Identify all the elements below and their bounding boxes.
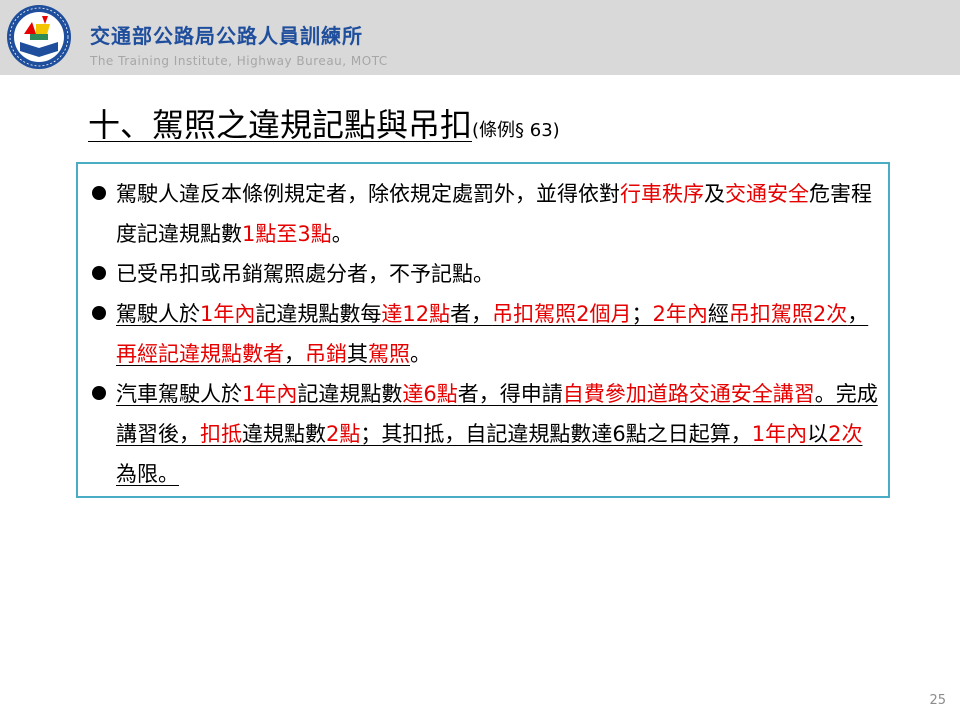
bullet-text: 記違規點數每 [255, 302, 382, 326]
highlighted-text: 吊銷 [305, 342, 347, 366]
bullet-text: 。 [331, 222, 353, 246]
bullet-text: ， [284, 342, 305, 366]
bullet-text: 。 [410, 342, 431, 366]
highlighted-text: 自費參加道路交通安全講習 [562, 382, 815, 406]
highlighted-text: 1點至3點 [242, 222, 332, 246]
bullet-text: 經 [707, 302, 729, 326]
highlighted-text: 達6點 [402, 382, 458, 406]
highlighted-text: 2次 [828, 422, 863, 446]
content-box: 駕駛人違反本條例規定者，除依規定處罰外，並得依對行車秩序及交通安全危害程度記違規… [76, 162, 890, 498]
highlighted-text: 駕照 [368, 342, 410, 366]
bullet-list: 駕駛人違反本條例規定者，除依規定處罰外，並得依對行車秩序及交通安全危害程度記違規… [90, 174, 880, 494]
highlighted-text: 1年內 [242, 382, 298, 406]
bullet-item: 已受吊扣或吊銷駕照處分者，不予記點。 [90, 254, 880, 294]
page-number: 25 [929, 693, 946, 708]
highlighted-text: 1年內 [751, 422, 808, 446]
highlighted-text: 2點 [326, 422, 361, 446]
training-institute-logo-icon [7, 5, 71, 69]
bullet-text: 汽車駕駛人於 [116, 382, 242, 406]
bullet-text: 者，得申請 [457, 382, 563, 406]
highlighted-text: 再經記違規點數者 [116, 342, 284, 366]
bullet-text: ； [631, 302, 653, 326]
slide-title: 十、駕照之違規記點與吊扣(條例§ 63) [88, 100, 560, 146]
highlighted-text: 吊扣駕照2次 [728, 302, 848, 326]
bullet-item: 駕駛人違反本條例規定者，除依規定處罰外，並得依對行車秩序及交通安全危害程度記違規… [90, 174, 880, 254]
bullet-text: 及 [704, 182, 725, 206]
bullet-text: 違規點數 [242, 422, 326, 446]
org-name-english: The Training Institute, Highway Bureau, … [90, 54, 388, 68]
slide-title-reference: (條例§ 63) [472, 120, 560, 141]
bullet-text: 駕駛人於 [116, 302, 200, 326]
bullet-text: 其 [347, 342, 368, 366]
bullet-text: 以 [807, 422, 829, 446]
highlighted-text: 吊扣駕照2個月 [492, 302, 632, 326]
bullet-text: 已受吊扣或吊銷駕照處分者，不予記點。 [116, 262, 494, 286]
bullet-text: ， [847, 302, 869, 326]
slide-title-main: 十、駕照之違規記點與吊扣 [88, 106, 473, 144]
highlighted-text: 扣抵 [200, 422, 242, 446]
highlighted-text: 交通安全 [725, 182, 809, 206]
bullet-text: 者， [450, 302, 493, 326]
highlighted-text: 1年內 [200, 302, 256, 326]
bullet-item: 汽車駕駛人於1年內記違規點數達6點者，得申請自費參加道路交通安全講習。完成講習後… [90, 374, 880, 494]
bullet-text: 駕駛人違反本條例規定者，除依規定處罰外，並得依對 [116, 182, 620, 206]
bullet-text: 記違規點數 [297, 382, 403, 406]
highlighted-text: 達12點 [381, 302, 451, 326]
highlighted-text: 2年內 [652, 302, 708, 326]
org-name: 交通部公路局公路人員訓練所 [90, 24, 363, 48]
highlighted-text: 行車秩序 [620, 182, 704, 206]
header-bar: 交通部公路局公路人員訓練所 The Training Institute, Hi… [0, 0, 960, 75]
bullet-text: 為限。 [116, 462, 179, 486]
bullet-text: ；其扣抵，自記違規點數達6點之日起算， [360, 422, 752, 446]
bullet-item: 駕駛人於1年內記違規點數每達12點者，吊扣駕照2個月；2年內經吊扣駕照2次，再經… [90, 294, 880, 374]
